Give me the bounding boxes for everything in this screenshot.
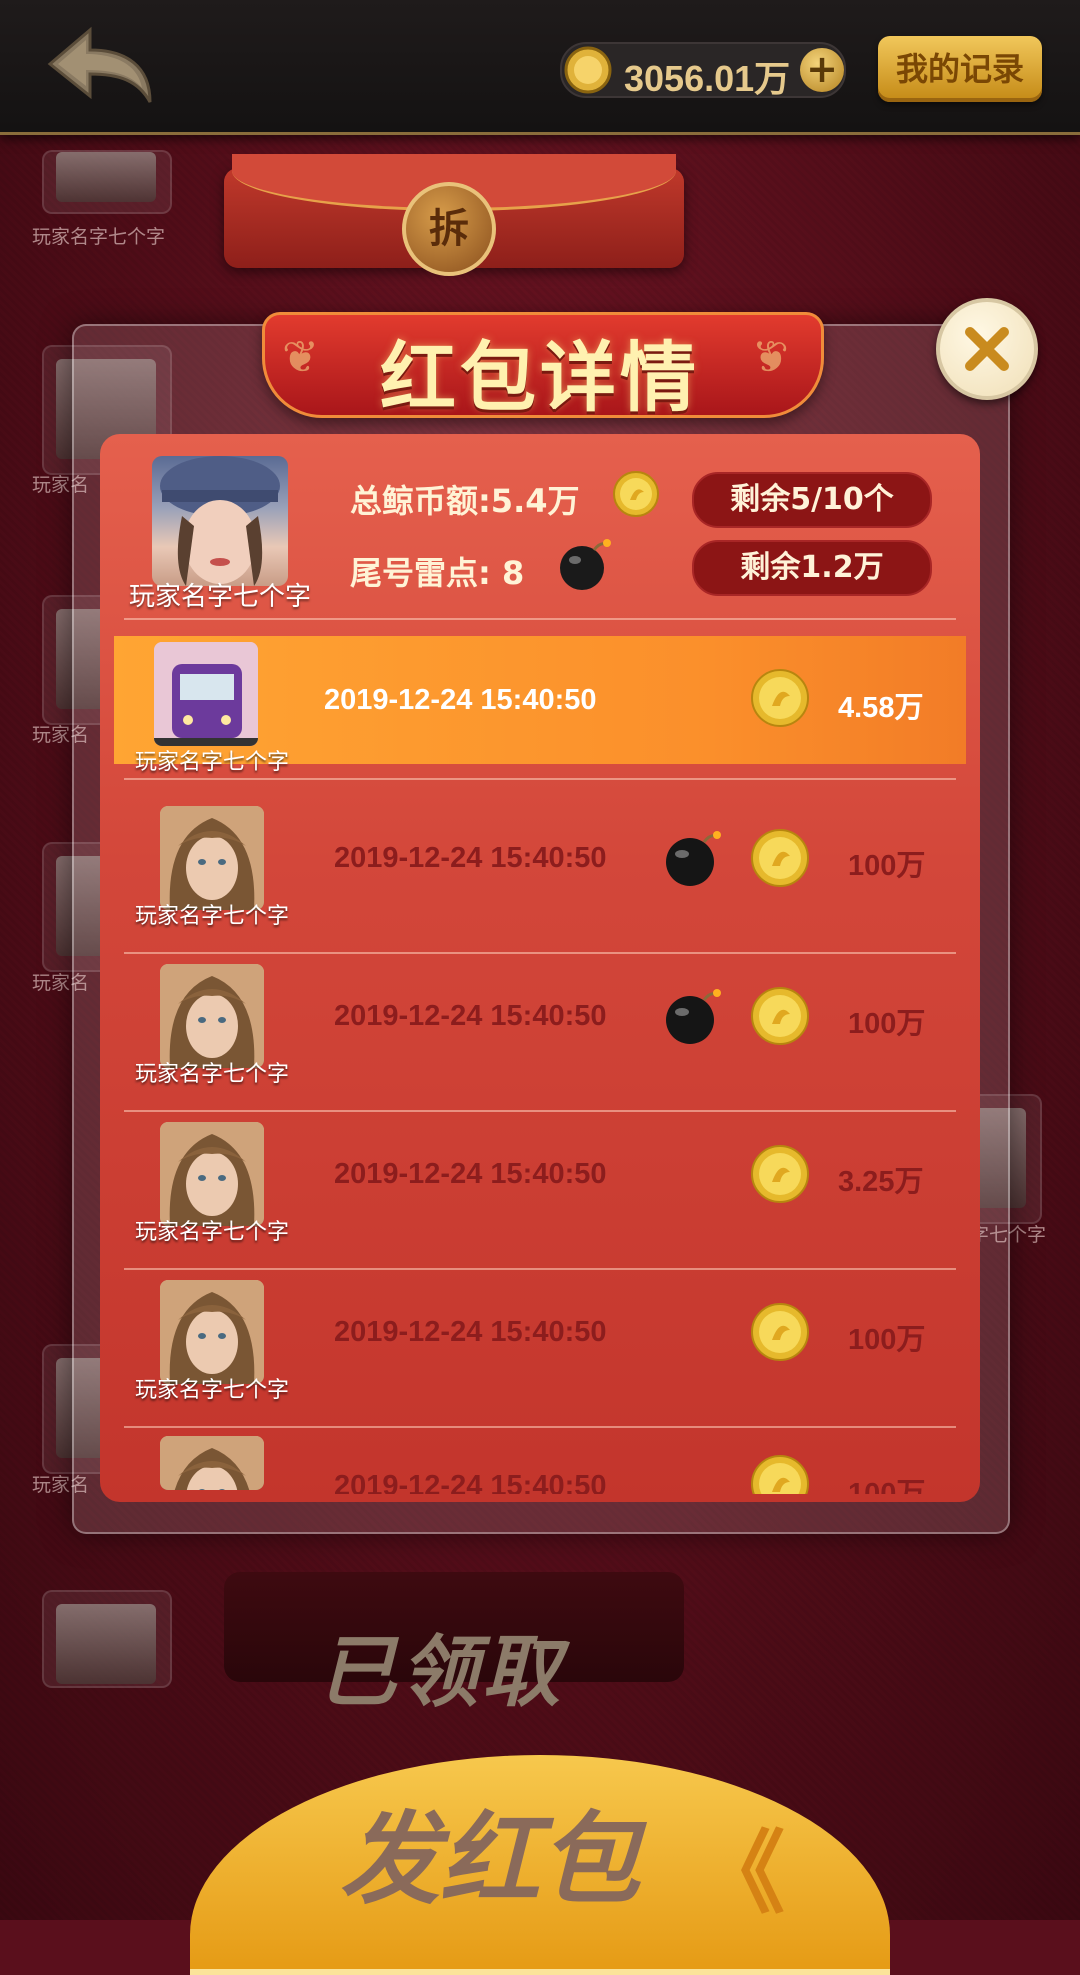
divider xyxy=(124,952,956,954)
gold-coin-icon xyxy=(750,986,810,1050)
host-avatar xyxy=(152,456,288,586)
bomb-icon xyxy=(560,539,611,590)
record-time: 2019-12-24 15:40:50 xyxy=(334,1316,607,1348)
close-icon xyxy=(965,327,1009,371)
record-amount: 4.58万 xyxy=(838,692,924,724)
back-button[interactable] xyxy=(46,26,154,106)
player-name: 玩家名字七个字 xyxy=(32,226,166,248)
gold-coin-icon xyxy=(750,1454,810,1494)
bomb-icon xyxy=(662,986,722,1050)
host-name: 玩家名字七个字 xyxy=(128,582,311,612)
divider xyxy=(124,778,956,780)
record-amount: 100万 xyxy=(848,1008,926,1040)
record-amount: 100万 xyxy=(848,1478,926,1494)
record-time: 2019-12-24 15:40:50 xyxy=(334,842,607,874)
send-red-packet-label: 发红包 xyxy=(340,1801,640,1918)
divider xyxy=(124,618,956,620)
record-player-name: 玩家名字七个字 xyxy=(134,904,289,929)
record-time: 2019-12-24 15:40:50 xyxy=(334,1470,607,1494)
bomb-icon xyxy=(662,828,722,892)
close-dialog-button[interactable] xyxy=(936,298,1038,400)
dialog-title: 红包详情 xyxy=(380,333,700,422)
balance-amount: 3056.01万 xyxy=(624,58,791,99)
gold-coin-icon xyxy=(613,471,659,517)
record-avatar xyxy=(160,1280,264,1384)
total-amount: 总鲸币额:5.4万 xyxy=(350,482,580,520)
record-time: 2019-12-24 15:40:50 xyxy=(324,684,597,716)
record-amount: 100万 xyxy=(848,850,926,882)
record-amount: 100万 xyxy=(848,1324,926,1356)
record-avatar xyxy=(160,1122,264,1226)
record-avatar xyxy=(160,964,264,1068)
top-bar: 3056.01万 + 我的记录 xyxy=(0,0,1080,135)
player-avatar xyxy=(42,150,172,214)
divider xyxy=(124,1110,956,1112)
gold-coin-icon xyxy=(564,46,612,94)
record-player-name: 玩家名字七个字 xyxy=(134,1220,289,1245)
record-time: 2019-12-24 15:40:50 xyxy=(334,1158,607,1190)
record-amount: 3.25万 xyxy=(838,1166,924,1198)
gold-coin-icon xyxy=(750,1144,810,1208)
tail-mine-number: 尾号雷点: 8 xyxy=(350,554,525,592)
divider xyxy=(124,1268,956,1270)
record-avatar xyxy=(160,806,264,910)
record-time: 2019-12-24 15:40:50 xyxy=(334,1000,607,1032)
record-player-name: 玩家名字七个字 xyxy=(134,1062,289,1087)
red-packet: 拆 xyxy=(224,154,684,276)
record-player-name: 玩家名字七个字 xyxy=(134,750,289,775)
claimed-label: 已领取 xyxy=(318,1628,565,1718)
my-records-button[interactable]: 我的记录 xyxy=(878,36,1042,102)
gold-coin-icon xyxy=(750,1302,810,1366)
open-packet-button[interactable]: 拆 xyxy=(402,182,496,276)
double-chevron-icon: 《 xyxy=(695,1821,785,1926)
add-coins-button[interactable]: + xyxy=(800,48,844,92)
player-avatar xyxy=(42,1590,172,1688)
record-avatar xyxy=(160,1436,264,1490)
record-player-name: 玩家名字七个字 xyxy=(134,1378,289,1403)
gold-coin-icon xyxy=(750,668,810,732)
record-avatar xyxy=(154,642,258,746)
gold-coin-icon xyxy=(750,828,810,892)
divider xyxy=(124,1426,956,1428)
remaining-count-badge: 剩余5/10个 xyxy=(692,472,932,528)
back-arrow-icon xyxy=(47,26,152,103)
balance-bar: 3056.01万 + xyxy=(560,42,846,99)
remaining-amount-badge: 剩余1.2万 xyxy=(692,540,932,596)
